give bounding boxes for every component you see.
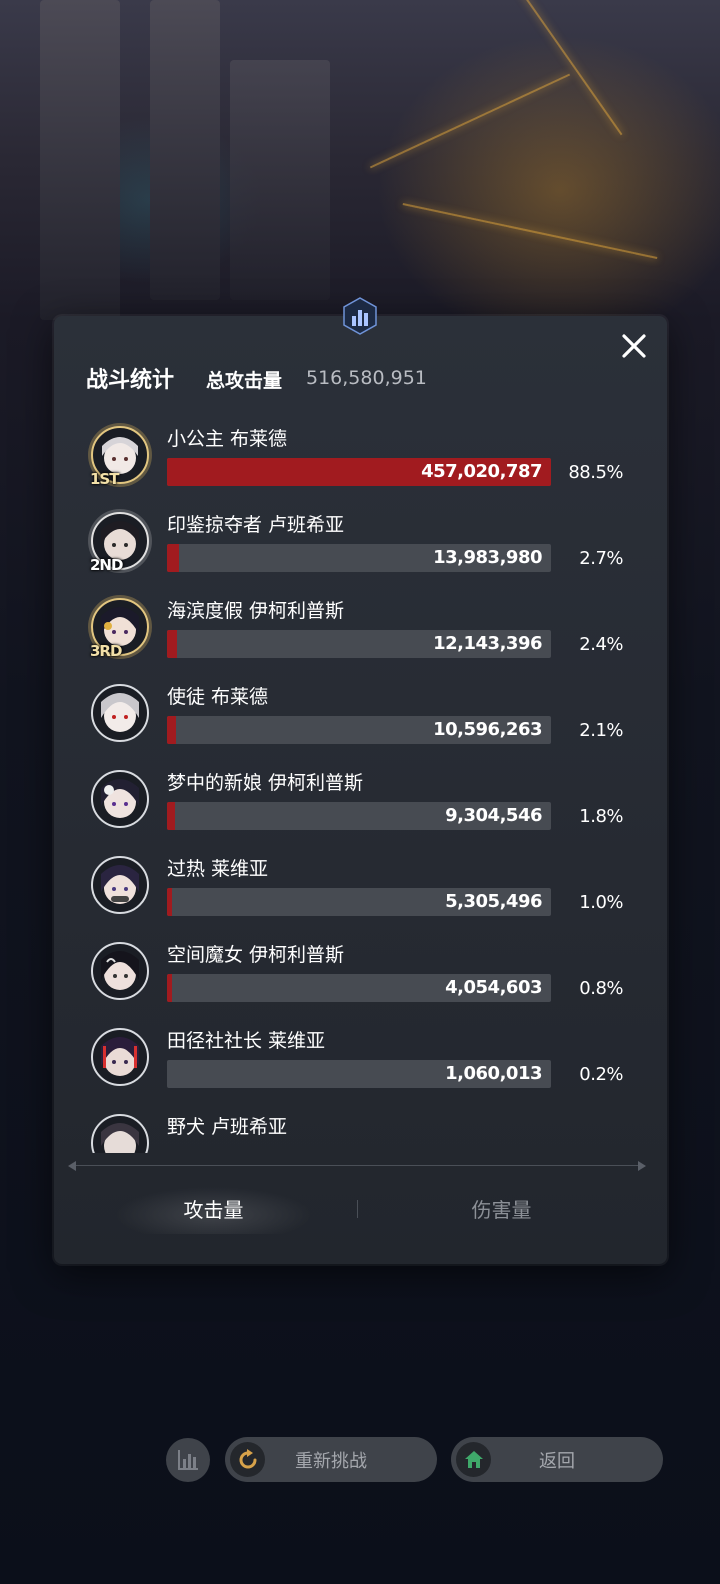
character-avatar [91,684,149,742]
bar-chart-icon [178,1450,198,1470]
damage-value: 5,305,496 [445,891,542,912]
back-icon-holder [456,1442,491,1477]
damage-bar: 12,143,396 [167,630,551,658]
damage-bar-fill [167,544,179,572]
tab-damage[interactable]: 伤害量 [358,1186,645,1234]
background-pillar [150,0,220,300]
background-pillar [230,60,330,300]
ranking-row: 2ND 印鉴掠夺者 卢班希亚 13,983,980 2.7% [54,506,667,593]
damage-bar-fill [167,974,172,1002]
damage-value: 12,143,396 [433,633,542,654]
character-name: 梦中的新娘 伊柯利普斯 [167,772,364,794]
damage-percent: 1.0% [579,892,623,913]
ranking-row: 野犬 卢班希亚 [54,1108,667,1153]
damage-percent: 0.2% [579,1064,623,1085]
damage-bar: 4,054,603 [167,974,551,1002]
damage-bar: 5,305,496 [167,888,551,916]
character-name: 野犬 卢班希亚 [167,1116,288,1138]
rank-badge: 2ND [90,556,123,574]
character-name: 印鉴掠夺者 卢班希亚 [167,514,345,536]
damage-value: 10,596,263 [433,719,542,740]
damage-percent: 2.4% [579,634,623,655]
character-avatar [91,1114,149,1153]
character-name: 空间魔女 伊柯利普斯 [167,944,345,966]
close-button[interactable] [618,330,650,362]
retry-icon-holder [230,1442,265,1477]
tab-divider [70,1165,644,1166]
panel-title: 战斗统计 [86,368,175,393]
damage-value: 457,020,787 [421,461,542,482]
damage-percent: 2.7% [579,548,623,569]
damage-bar: 10,596,263 [167,716,551,744]
damage-bar: 13,983,980 [167,544,551,572]
refresh-icon [239,1448,256,1468]
damage-ranking-list[interactable]: 1ST 小公主 布莱德 457,020,787 88.5% 2ND 印鉴掠夺者 … [54,420,667,1153]
close-icon [622,334,646,358]
damage-value: 4,054,603 [445,977,542,998]
ranking-row: 田径社社长 莱维亚 1,060,013 0.2% [54,1022,667,1109]
tab-attack[interactable]: 攻击量 [70,1186,357,1234]
damage-percent: 1.8% [579,806,623,827]
character-name: 田径社社长 莱维亚 [167,1030,326,1052]
damage-bar: 457,020,787 [167,458,551,486]
divider-left-arrow-icon [68,1161,76,1171]
character-avatar [91,1028,149,1086]
character-name: 使徒 布莱德 [167,686,269,708]
background-pillar [40,0,120,320]
stats-chart-icon [337,293,383,339]
background-glow [517,0,623,136]
divider-right-arrow-icon [638,1161,646,1171]
character-name: 小公主 布莱德 [167,428,288,450]
back-label: 返回 [539,1450,575,1472]
damage-value: 13,983,980 [433,547,542,568]
damage-percent: 2.1% [579,720,623,741]
rank-badge: 3RD [90,642,122,660]
ranking-row: 1ST 小公主 布莱德 457,020,787 88.5% [54,420,667,507]
ranking-row: 梦中的新娘 伊柯利普斯 9,304,546 1.8% [54,764,667,851]
damage-bar-fill [167,630,177,658]
retry-label: 重新挑战 [295,1450,367,1472]
damage-bar-fill [167,888,172,916]
ranking-row: 过热 莱维亚 5,305,496 1.0% [54,850,667,937]
character-name: 海滨度假 伊柯利普斯 [167,600,345,622]
damage-bar: 1,060,013 [167,1060,551,1088]
ranking-row: 空间魔女 伊柯利普斯 4,054,603 0.8% [54,936,667,1023]
home-icon [464,1450,483,1468]
background-glow [369,73,571,169]
total-attack-label: 总攻击量 [206,370,283,392]
background-glow [402,202,658,260]
back-button[interactable]: 返回 [451,1437,663,1482]
character-avatar [91,942,149,1000]
damage-bar: 9,304,546 [167,802,551,830]
retry-button[interactable]: 重新挑战 [225,1437,437,1482]
character-avatar [91,856,149,914]
total-attack-value: 516,580,951 [306,367,427,389]
ranking-row: 3RD 海滨度假 伊柯利普斯 12,143,396 2.4% [54,592,667,679]
character-name: 过热 莱维亚 [167,858,269,880]
character-avatar [91,770,149,828]
rank-badge: 1ST [90,470,120,488]
damage-bar-fill [167,716,176,744]
damage-bar-fill [167,802,175,830]
damage-percent: 0.8% [579,978,623,999]
damage-value: 9,304,546 [445,805,542,826]
stats-button[interactable] [166,1438,210,1482]
ranking-row: 使徒 布莱德 10,596,263 2.1% [54,678,667,765]
damage-value: 1,060,013 [445,1063,542,1084]
damage-percent: 88.5% [568,462,623,483]
